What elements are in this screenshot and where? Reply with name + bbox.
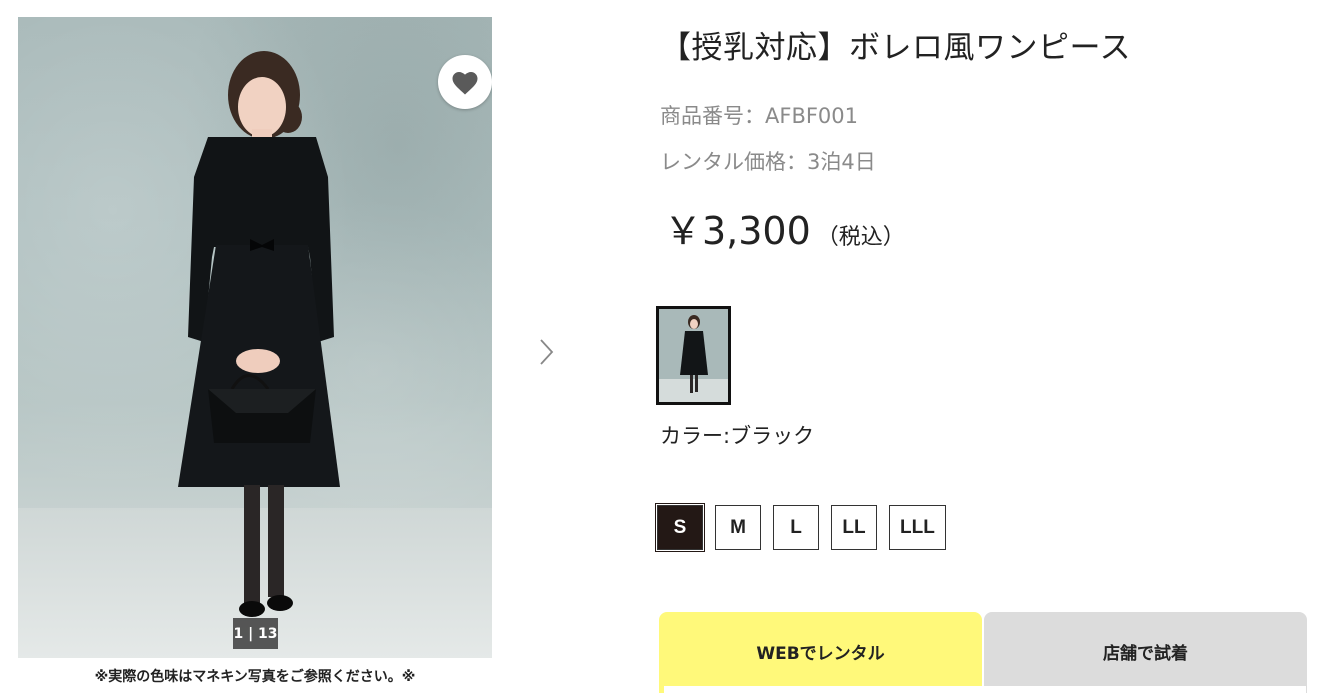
heart-icon: [452, 72, 478, 95]
color-swatch-thumbnail: [659, 309, 728, 402]
product-title: 【授乳対応】ボレロ風ワンピース: [660, 30, 1131, 66]
color-label: カラー:ブラック: [660, 424, 815, 448]
size-button-l[interactable]: L: [773, 505, 819, 550]
size-selector: S M L LL LLL: [655, 503, 946, 552]
favorite-button[interactable]: [438, 55, 492, 109]
action-tabs: WEBでレンタル 店舗で試着: [659, 612, 1307, 693]
size-button-s[interactable]: S: [655, 503, 705, 552]
product-photo: [178, 51, 340, 617]
size-button-m[interactable]: M: [715, 505, 761, 550]
price: ￥3,300 （税込）: [664, 200, 905, 255]
size-button-lll[interactable]: LLL: [889, 505, 946, 550]
tax-note: （税込）: [816, 225, 905, 250]
chevron-right-icon: [540, 339, 554, 365]
next-image-button[interactable]: [536, 336, 558, 368]
product-code: 商品番号：AFBF001: [660, 104, 859, 128]
image-counter-text: 1 | 13: [233, 625, 278, 642]
tab-web-rental[interactable]: WEBでレンタル: [659, 612, 982, 693]
tab-panel: [664, 686, 1306, 693]
tab-store-fitting[interactable]: 店舗で試着: [984, 612, 1307, 693]
color-swatch-black[interactable]: [656, 306, 731, 405]
image-counter: 1 | 13: [233, 618, 278, 649]
size-button-ll[interactable]: LL: [831, 505, 877, 550]
color-note-caption: ※実際の色味はマネキン写真をご参照ください。※: [94, 669, 416, 685]
product-image-gallery[interactable]: 1 | 13: [18, 17, 492, 658]
rental-period: レンタル価格：3泊4日: [660, 150, 876, 174]
price-amount: ￥3,300: [664, 209, 811, 253]
